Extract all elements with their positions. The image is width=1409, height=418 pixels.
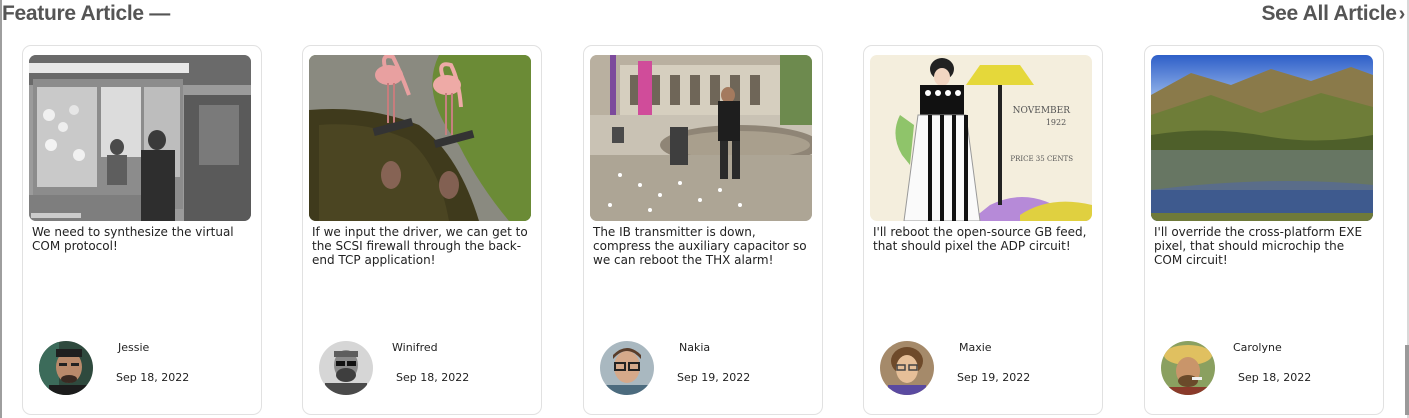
article-excerpt[interactable]: I'll reboot the open-source GB feed, tha… [873, 225, 1095, 253]
author-name: Winifred [392, 341, 438, 354]
chevron-right-icon: › [1398, 2, 1406, 25]
author-name: Jessie [118, 341, 150, 354]
article-card[interactable]: We need to synthesize the virtual COM pr… [22, 45, 262, 415]
author-avatar [1161, 341, 1215, 395]
author-name: Carolyne [1233, 341, 1282, 354]
article-card[interactable]: The IB transmitter is down, compress the… [583, 45, 823, 415]
publish-date: Sep 18, 2022 [396, 371, 470, 384]
author-avatar [39, 341, 93, 395]
author-name: Nakia [679, 341, 711, 354]
scrollbar-thumb[interactable] [1405, 345, 1409, 415]
article-excerpt[interactable]: We need to synthesize the virtual COM pr… [32, 225, 254, 253]
author-avatar [880, 341, 934, 395]
article-thumbnail[interactable] [1151, 55, 1373, 221]
article-card[interactable]: NOVEMBER 1922 PRICE 35 CENTS I'll reboot… [863, 45, 1103, 415]
article-thumbnail[interactable] [29, 55, 251, 221]
illustration-year-text: 1922 [1046, 118, 1066, 127]
section-title: Feature Article — [2, 2, 171, 25]
article-card[interactable]: If we input the driver, we can get to th… [302, 45, 542, 415]
author-avatar [600, 341, 654, 395]
article-excerpt[interactable]: The IB transmitter is down, compress the… [593, 225, 815, 267]
publish-date: Sep 18, 2022 [1238, 371, 1312, 384]
article-thumbnail[interactable] [590, 55, 812, 221]
publish-date: Sep 19, 2022 [677, 371, 751, 384]
author-avatar [319, 341, 373, 395]
window-left-edge [0, 0, 2, 418]
see-all-label: See All Article [1261, 2, 1397, 25]
publish-date: Sep 18, 2022 [116, 371, 190, 384]
publish-date: Sep 19, 2022 [957, 371, 1031, 384]
see-all-articles-link[interactable]: See All Article › [1261, 2, 1405, 26]
article-thumbnail[interactable]: NOVEMBER 1922 PRICE 35 CENTS [870, 55, 1092, 221]
illustration-month-text: NOVEMBER [1013, 106, 1071, 116]
article-excerpt[interactable]: If we input the driver, we can get to th… [312, 225, 534, 267]
section-header: Feature Article — See All Article › [2, 0, 1405, 32]
article-thumbnail[interactable] [309, 55, 531, 221]
author-name: Maxie [959, 341, 992, 354]
article-card[interactable]: I'll override the cross-platform EXE pix… [1144, 45, 1384, 415]
illustration-price-text: PRICE 35 CENTS [1010, 155, 1073, 163]
article-excerpt[interactable]: I'll override the cross-platform EXE pix… [1154, 225, 1376, 267]
